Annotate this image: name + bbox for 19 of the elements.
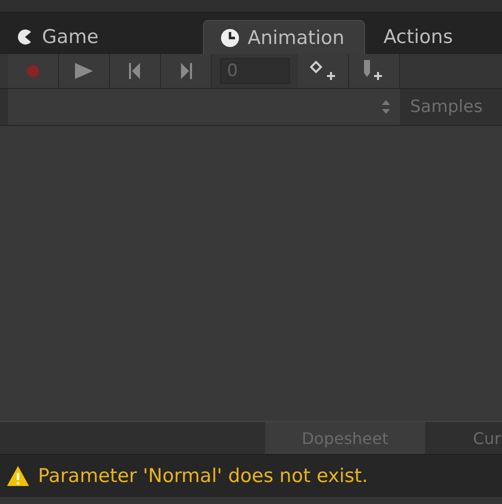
- toolbar-button[interactable]: [349, 54, 400, 88]
- toolbar-button[interactable]: [298, 54, 349, 88]
- play-icon: [74, 62, 94, 80]
- record-icon: [26, 64, 40, 78]
- toolbar-button[interactable]: [110, 54, 161, 88]
- status-message: Parameter 'Normal' does not exist.: [38, 465, 368, 487]
- samples-label: Samples: [409, 96, 483, 119]
- panel-tab[interactable]: Game: [0, 20, 113, 54]
- warning-icon: [6, 465, 30, 487]
- toolbar-button[interactable]: [161, 54, 212, 88]
- add-keyframe-icon: [310, 60, 336, 82]
- panel-tab[interactable]: Animation: [202, 20, 366, 54]
- panel-tab[interactable]: Actions: [369, 20, 467, 54]
- next-frame-icon: [180, 63, 192, 79]
- up-down-arrow-icon: [382, 100, 390, 114]
- clock-icon: [220, 28, 240, 48]
- previous-frame-icon: [129, 63, 141, 79]
- toolbar-button[interactable]: [59, 54, 110, 88]
- clip-dropdown[interactable]: [8, 89, 400, 125]
